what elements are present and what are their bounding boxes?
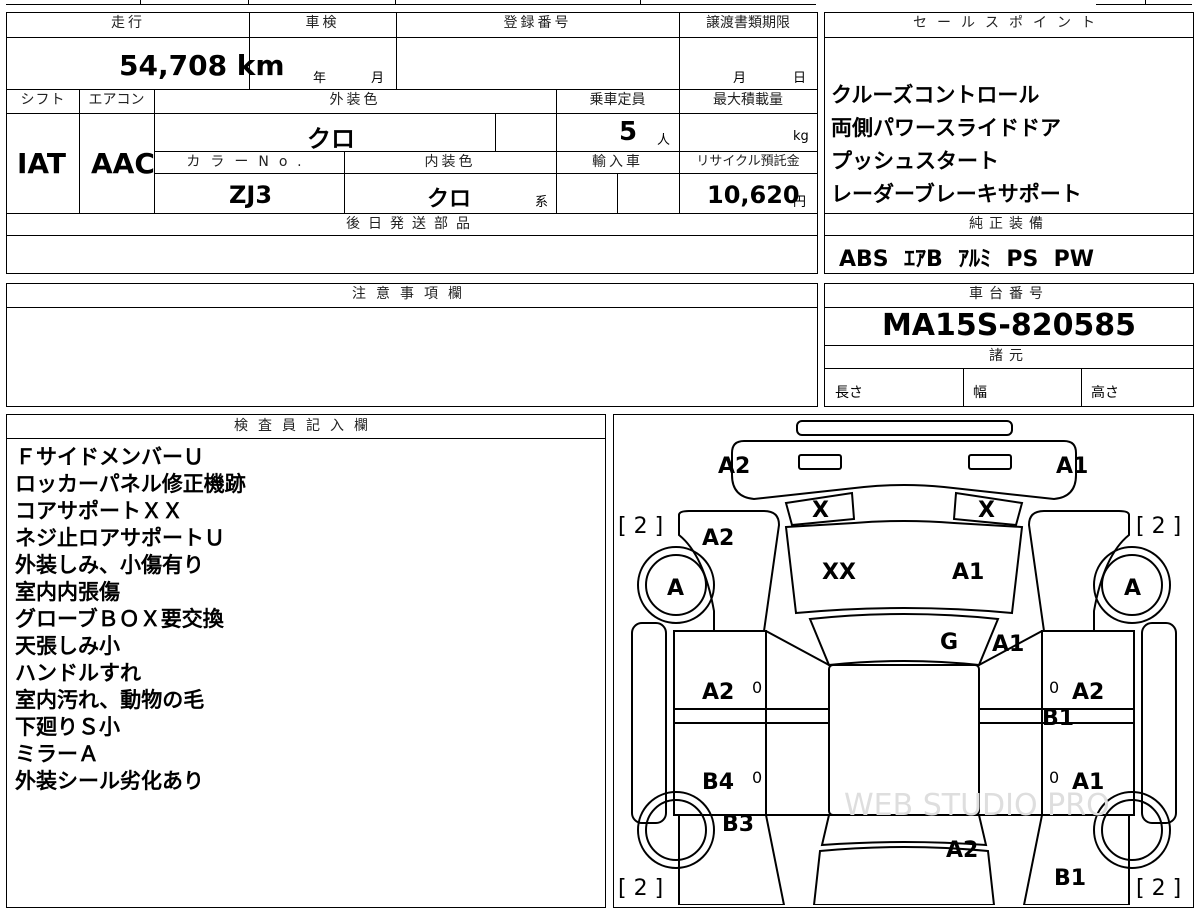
spec-width-label: 幅 [973, 385, 987, 401]
top-strip [0, 0, 1200, 6]
capacity-label: 乗車定員 [589, 92, 646, 108]
inspector-line: 室内汚れ、動物の毛 [15, 688, 205, 712]
registration-label: 登録番号 [503, 15, 572, 31]
spec-height-label: 高さ [1091, 385, 1119, 401]
inspector-line: ロッカーパネル修正機跡 [15, 472, 246, 496]
door-zero: 0 [1049, 768, 1059, 787]
specs-label: 諸元 [989, 348, 1029, 364]
shift-label: シフト [20, 92, 66, 108]
sales-point-item: レーダーブレーキサポート [831, 182, 1082, 206]
mark-tailgate: A2 [946, 838, 978, 863]
shift-value: IAT [17, 147, 67, 180]
mark-front-door-right: A2 [1072, 680, 1104, 705]
inspector-line: ハンドルすれ [15, 661, 141, 685]
interior-color-value: クロ [427, 187, 472, 212]
door-zero: 0 [752, 768, 762, 787]
capacity-value: 5 [619, 117, 638, 147]
chassis-box: 車台番号 MA15S-820585 諸元 長さ 幅 高さ [824, 283, 1194, 407]
recycle-value: 10,620 [707, 181, 800, 209]
sales-point-item: プッシュスタート [831, 149, 999, 173]
equipment-value: ABS ｴｱB ｱﾙﾐ PS PW [839, 247, 1095, 272]
wheel-grade-left: A [667, 576, 684, 601]
car-diagram: WEB STUDIO PRO [ 2 ] [ 2 ] [ 2 ] [ 2 ] A… [618, 420, 1181, 905]
inspection-year-unit: 年 [313, 71, 327, 86]
exterior-color-value: クロ [307, 125, 355, 153]
spec-length-label: 長さ [835, 385, 863, 401]
chassis-number: MA15S-820585 [881, 308, 1137, 343]
max-load-label: 最大積載量 [713, 92, 783, 108]
mark-headlight-right: X [978, 498, 995, 523]
aircon-label: エアコン [88, 92, 145, 108]
mark-front-door-left: A2 [702, 680, 734, 705]
mark-rear-right: B1 [1054, 866, 1086, 891]
color-no-value: ZJ3 [229, 181, 273, 209]
door-zero: 0 [1049, 678, 1059, 697]
mark-rear-door-left: B4 [702, 770, 734, 795]
capacity-unit: 人 [657, 133, 671, 148]
inspector-line: 外装しみ、小傷有り [15, 553, 204, 577]
equipment-label: 純正装備 [969, 216, 1049, 232]
inspector-line: 室内内張傷 [15, 580, 120, 604]
mark-fender-left: A2 [702, 526, 734, 551]
transfer-day-unit: 日 [793, 71, 807, 86]
mileage-value: 54,708 km [119, 49, 285, 82]
mark-hood-right: A1 [952, 560, 984, 585]
mark-front-left: A2 [718, 454, 750, 479]
sales-point-item: クルーズコントロール [831, 83, 1040, 107]
mark-quarter-left: B3 [722, 812, 754, 837]
sales-points-box: セールスポイント クルーズコントロール 両側パワースライドドア プッシュスタート… [824, 12, 1194, 274]
recycle-unit: 円 [793, 195, 807, 210]
transfer-deadline-label: 譲渡書類期限 [706, 15, 790, 31]
interior-color-label: 内装色 [424, 154, 476, 170]
inspection-month-unit: 月 [371, 71, 385, 86]
recycle-label: リサイクル預託金 [696, 154, 800, 169]
notes-label: 注意事項欄 [352, 286, 472, 302]
mark-rear-door-right: A1 [1072, 770, 1104, 795]
color-no-label: カラーNo. [186, 154, 312, 170]
interior-color-suffix: 系 [535, 195, 549, 210]
watermark: WEB STUDIO PRO [844, 788, 1110, 823]
inspector-line: ネジ止ロアサポートＵ [15, 526, 225, 550]
mark-front-right: A1 [1056, 454, 1088, 479]
transfer-month-unit: 月 [733, 71, 747, 86]
vehicle-info-table: 走行 車検 登録番号 譲渡書類期限 54,708 km 年 月 月 日 シフト … [6, 12, 818, 274]
tire-count-rl: [ 2 ] [618, 876, 663, 901]
inspection-label: 車検 [305, 15, 340, 31]
inspector-line: 下廻りＳ小 [15, 715, 120, 739]
wheel-grade-right: A [1124, 576, 1141, 601]
chassis-label: 車台番号 [969, 286, 1049, 302]
inspector-line: グローブＢＯＸ要交換 [15, 607, 224, 631]
sales-points-label: セールスポイント [913, 15, 1105, 31]
inspector-line: 天張しみ小 [15, 634, 120, 658]
inspector-line: コアサポートＸＸ [15, 499, 183, 523]
exterior-color-label: 外装色 [329, 92, 381, 108]
mark-hood-left: XX [822, 560, 856, 585]
mark-rocker-right: B1 [1042, 706, 1074, 731]
inspector-label: 検査員記入欄 [234, 418, 378, 434]
mark-headlight-left: X [812, 498, 829, 523]
door-zero: 0 [752, 678, 762, 697]
inspector-line: 外装シール劣化あり [15, 769, 204, 793]
aircon-value: AAC [91, 147, 155, 180]
mileage-label: 走行 [111, 15, 145, 31]
inspector-line: ＦサイドメンバーＵ [15, 445, 204, 469]
damage-diagram-box: WEB STUDIO PRO [ 2 ] [ 2 ] [ 2 ] [ 2 ] A… [613, 414, 1194, 908]
import-label: 輸入車 [592, 154, 643, 170]
mark-windshield: G [940, 630, 958, 655]
tire-count-fl: [ 2 ] [618, 514, 663, 539]
mark-cowl-right: A1 [992, 632, 1024, 657]
inspector-line: ミラーＡ [15, 742, 99, 766]
inspector-box: 検査員記入欄 ＦサイドメンバーＵ ロッカーパネル修正機跡 コアサポートＸＸ ネジ… [6, 414, 606, 908]
tire-count-fr: [ 2 ] [1136, 514, 1181, 539]
later-parts-label: 後日発送部品 [346, 216, 478, 232]
sales-point-item: 両側パワースライドドア [831, 116, 1061, 140]
tire-count-rr: [ 2 ] [1136, 876, 1181, 901]
notes-box: 注意事項欄 [6, 283, 818, 407]
max-load-unit: kg [793, 129, 809, 144]
